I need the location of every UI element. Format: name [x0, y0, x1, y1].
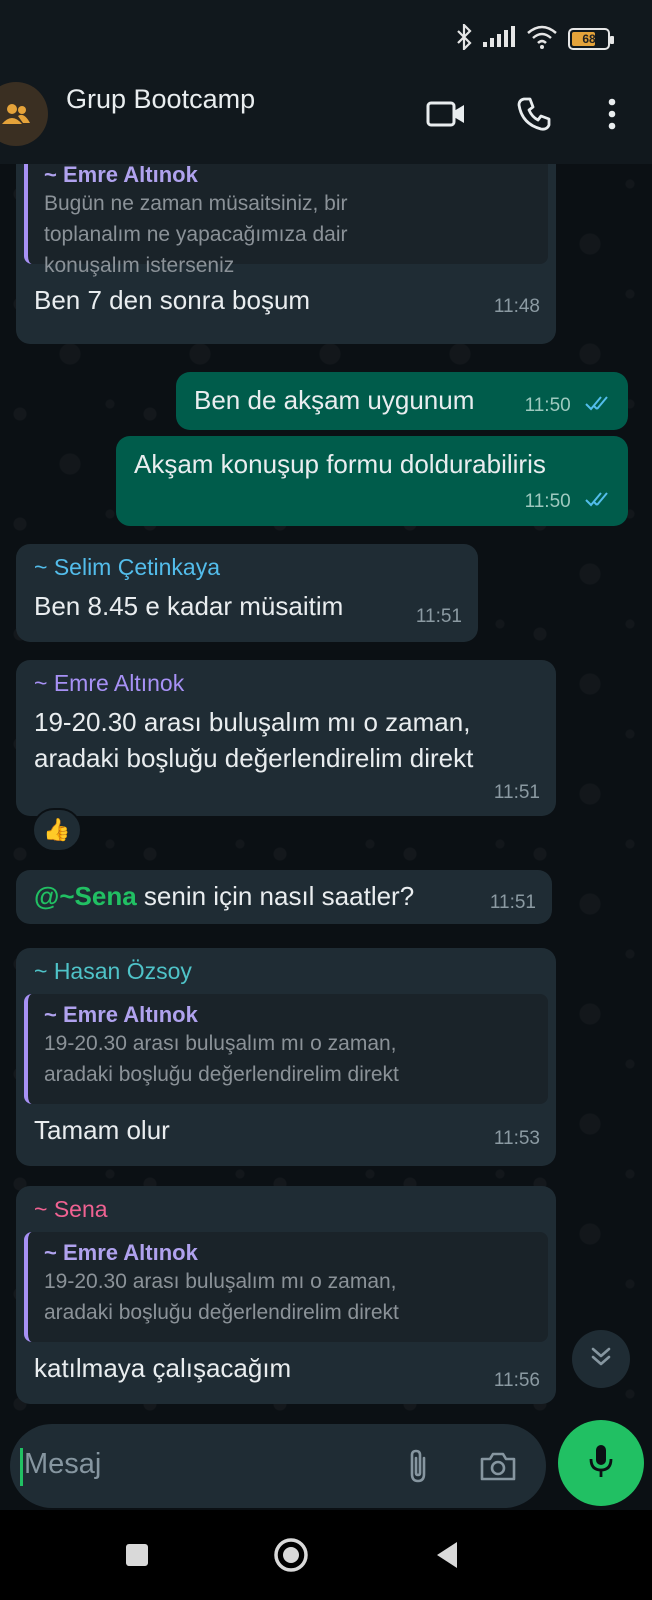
status-icons: 68	[456, 21, 614, 55]
reaction-badge[interactable]: 👍	[32, 808, 82, 852]
read-ticks-icon	[584, 394, 614, 418]
sender-name[interactable]: ~ Sena	[34, 1196, 108, 1223]
quoted-message[interactable]: ~ Emre Altınok 19-20.30 arası buluşalım …	[24, 1232, 548, 1342]
quoted-text-line: 19-20.30 arası buluşalım mı o zaman,	[44, 1270, 397, 1293]
text-caret	[20, 1448, 23, 1486]
message-bubble-outgoing[interactable]: Akşam konuşup formu doldurabiliris 11:50	[116, 436, 628, 526]
sender-name[interactable]: ~ Selim Çetinkaya	[34, 554, 220, 581]
message-text: Ben 7 den sonra boşum	[34, 285, 311, 315]
message-input[interactable]: Mesaj	[10, 1424, 546, 1508]
status-bar: 68	[0, 0, 652, 70]
message-text-line: aradaki boşluğu değerlendirelim direkt	[34, 743, 474, 773]
signal-icon	[482, 25, 516, 53]
thumbs-up-icon: 👍	[43, 817, 71, 842]
message-text: katılmaya çalışacağım	[34, 1353, 292, 1383]
bluetooth-icon	[456, 21, 472, 55]
message-bubble[interactable]: ~ Hasan Özsoy ~ Emre Altınok 19-20.30 ar…	[16, 948, 556, 1166]
message-text: Ben 8.45 e kadar müsaitim	[34, 591, 344, 621]
quoted-author: ~ Emre Altınok	[44, 1002, 198, 1027]
message-text: senin için nasıl saatler?	[136, 881, 415, 911]
message-text: Ben de akşam uygunum	[194, 385, 475, 415]
voice-record-button[interactable]	[558, 1420, 644, 1506]
voice-call-icon[interactable]	[512, 92, 556, 136]
battery-icon: 68	[568, 28, 614, 50]
attach-icon[interactable]	[396, 1444, 440, 1488]
message-text-line: 19-20.30 arası buluşalım mı o zaman,	[34, 707, 471, 737]
recents-square-icon[interactable]	[114, 1532, 160, 1578]
message-time: 11:51	[489, 892, 536, 913]
message-time: 11:51	[493, 782, 540, 803]
message-time: 11:48	[493, 296, 540, 317]
chat-area[interactable]: ~ Emre Altınok Bugün ne zaman müsaitsini…	[0, 164, 652, 1420]
message-bubble[interactable]: @~Sena senin için nasıl saatler? 11:51	[16, 870, 552, 924]
read-ticks-icon	[584, 490, 614, 514]
back-triangle-icon[interactable]	[424, 1532, 470, 1578]
quoted-text-line: aradaki boşluğu değerlendirelim direkt	[44, 1301, 399, 1324]
quoted-author: ~ Emre Altınok	[44, 164, 198, 187]
quoted-text-line: Bugün ne zaman müsaitsiniz, bir	[44, 192, 348, 215]
message-bubble[interactable]: ~ Emre Altınok 19-20.30 arası buluşalım …	[16, 660, 556, 816]
more-options-icon[interactable]	[590, 92, 634, 136]
message-time: 11:51	[415, 606, 462, 627]
quoted-message[interactable]: ~ Emre Altınok Bugün ne zaman müsaitsini…	[24, 164, 548, 277]
message-text: Tamam olur	[34, 1115, 170, 1145]
battery-level: 68	[582, 32, 596, 46]
quoted-text-line: konuşalım isterseniz	[44, 254, 235, 277]
quoted-text-line: toplanalım ne yapacağımıza dair	[44, 223, 348, 246]
message-time: 11:50	[524, 491, 571, 513]
mention[interactable]: @~Sena	[34, 881, 137, 911]
quoted-text-line: 19-20.30 arası buluşalım mı o zaman,	[44, 1032, 397, 1055]
message-time: 11:50	[524, 395, 571, 417]
message-bubble[interactable]: ~ Selim Çetinkaya Ben 8.45 e kadar müsai…	[16, 544, 478, 642]
quoted-author: ~ Emre Altınok	[44, 1240, 198, 1265]
message-bubble-outgoing[interactable]: Ben de akşam uygunum 11:50	[176, 372, 628, 430]
wifi-icon	[526, 25, 558, 54]
scroll-to-bottom-button[interactable]	[572, 1330, 630, 1388]
sender-name[interactable]: ~ Emre Altınok	[34, 670, 184, 697]
home-circle-icon[interactable]	[268, 1532, 314, 1578]
message-input-bar: Mesaj	[0, 1420, 652, 1510]
quoted-message[interactable]: ~ Emre Altınok 19-20.30 arası buluşalım …	[24, 994, 548, 1104]
double-chevron-down-icon	[589, 1345, 613, 1374]
sender-name[interactable]: ~ Hasan Özsoy	[34, 958, 192, 985]
message-placeholder: Mesaj	[24, 1448, 102, 1480]
video-call-icon[interactable]	[424, 92, 468, 136]
quoted-text-line: aradaki boşluğu değerlendirelim direkt	[44, 1063, 399, 1086]
message-bubble[interactable]: ~ Emre Altınok Bugün ne zaman müsaitsini…	[16, 164, 556, 344]
chat-header: Grup Bootcamp	[0, 70, 652, 164]
message-text: Akşam konuşup formu doldurabiliris	[134, 449, 546, 479]
microphone-icon	[588, 1443, 614, 1484]
camera-icon[interactable]	[476, 1444, 520, 1488]
chat-title[interactable]: Grup Bootcamp	[66, 84, 255, 115]
group-avatar-icon[interactable]	[0, 82, 48, 146]
message-time: 11:53	[493, 1128, 540, 1149]
system-nav-bar	[0, 1510, 652, 1600]
message-time: 11:56	[493, 1370, 540, 1391]
message-bubble[interactable]: ~ Sena ~ Emre Altınok 19-20.30 arası bul…	[16, 1186, 556, 1404]
